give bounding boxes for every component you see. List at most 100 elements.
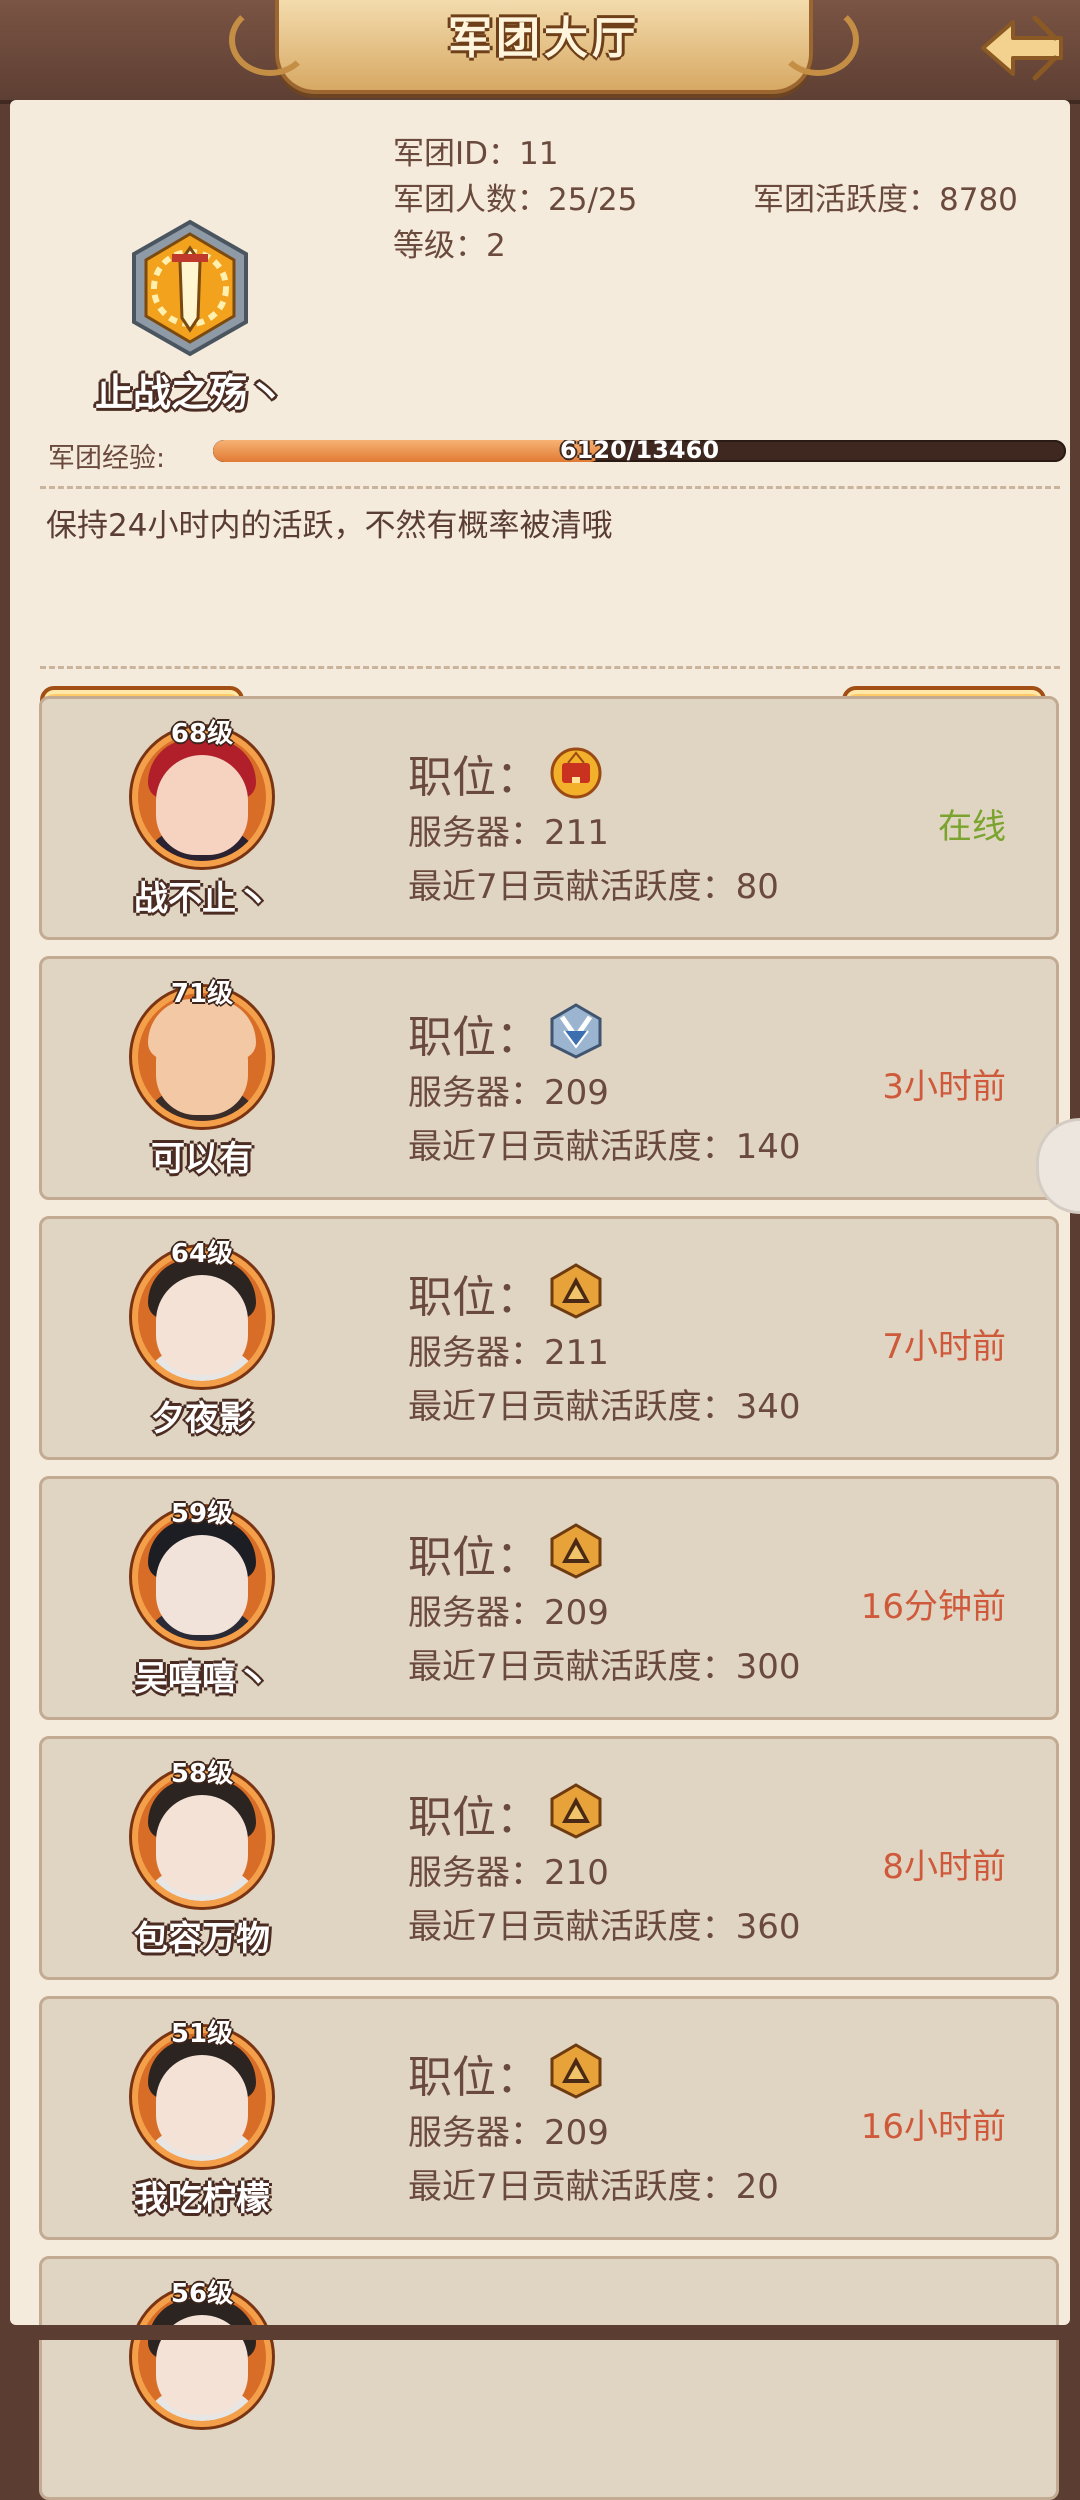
member-server: 服务器：211 [408, 1325, 609, 1374]
top-bar: 军团大厅 [0, 0, 1080, 104]
member-card[interactable]: 71级 可以有 职位： 服务器：209 最近7日贡献活跃度：140 3小时前 [39, 956, 1059, 1200]
guild-level-value: 2 [486, 228, 506, 264]
member-server-value: 209 [544, 2113, 609, 2153]
guild-notice[interactable]: 保持24小时内的活跃，不然有概率被清哦 [46, 500, 612, 545]
member-contribution-label: 最近7日贡献活跃度： [408, 2167, 736, 2207]
member-card[interactable]: 58级 包容万物 职位： 服务器：210 最近7日贡献活跃度：360 8小时前 [39, 1736, 1059, 1980]
member-status: 16分钟前 [860, 1587, 1006, 1627]
silver-rank-icon [548, 1001, 604, 1061]
leader-badge-icon [548, 741, 604, 801]
guild-members: 军团人数：25/25 [393, 174, 637, 219]
member-server-value: 211 [544, 1333, 609, 1373]
member-contribution-value: 360 [735, 1907, 801, 1947]
guild-level: 等级：2 [393, 220, 506, 265]
member-server: 服务器：210 [408, 1845, 609, 1894]
member-name: 夕夜影 [151, 1399, 253, 1439]
member-level: 68级 [170, 719, 234, 749]
member-server-value: 211 [544, 813, 609, 853]
member-server: 服务器：209 [408, 2105, 609, 2154]
member-contribution: 最近7日贡献活跃度：80 [408, 859, 779, 908]
bottom-frame [0, 2325, 1080, 2340]
member-contribution: 最近7日贡献活跃度：360 [408, 1899, 801, 1948]
member-server: 服务器：211 [408, 805, 609, 854]
member-status: 8小时前 [882, 1847, 1006, 1887]
member-name: 我吃柠檬 [134, 2179, 270, 2219]
member-server: 服务器：209 [408, 1585, 609, 1634]
member-server-label: 服务器： [408, 1073, 544, 1113]
member-server: 服务器：209 [408, 1065, 609, 1114]
arrow-back-icon [981, 15, 1063, 81]
guild-emblem-icon [132, 219, 248, 357]
guild-activity: 军团活跃度：8780 [753, 174, 1018, 219]
member-position-label: 职位： [408, 2052, 540, 2103]
member-name: 可以有 [151, 1139, 253, 1179]
page-title: 军团大厅 [448, 13, 640, 64]
member-position-label: 职位： [408, 752, 540, 803]
guild-activity-value: 8780 [939, 182, 1018, 218]
member-card[interactable]: 56级 [39, 2256, 1059, 2500]
member-contribution-label: 最近7日贡献活跃度： [408, 1127, 736, 1167]
guild-members-label: 军团人数： [393, 182, 548, 218]
member-status: 16小时前 [860, 2107, 1006, 2147]
guild-id-label: 军团ID： [393, 136, 520, 172]
member-position-label: 职位： [408, 1792, 540, 1843]
title-plaque: 军团大厅 [229, 0, 859, 94]
member-position-label: 职位： [408, 1012, 540, 1063]
member-contribution-value: 300 [735, 1647, 801, 1687]
back-button[interactable] [975, 8, 1070, 88]
guild-activity-label: 军团活跃度： [753, 182, 939, 218]
member-contribution-label: 最近7日贡献活跃度： [408, 867, 736, 907]
member-server-value: 210 [544, 1853, 609, 1893]
member-contribution: 最近7日贡献活跃度：300 [408, 1639, 801, 1688]
member-contribution-label: 最近7日贡献活跃度： [408, 1907, 736, 1947]
member-contribution: 最近7日贡献活跃度：340 [408, 1379, 801, 1428]
guild-id-value: 11 [519, 136, 559, 172]
member-card[interactable]: 59级 吴嘻嘻丶 职位： 服务器：209 最近7日贡献活跃度：300 16分钟前 [39, 1476, 1059, 1720]
member-position-label: 职位： [408, 1272, 540, 1323]
member-contribution-value: 20 [735, 2167, 779, 2207]
member-card[interactable]: 51级 我吃柠檬 职位： 服务器：209 最近7日贡献活跃度：20 16小时前 [39, 1996, 1059, 2240]
member-status: 在线 [938, 807, 1006, 847]
member-status: 7小时前 [882, 1327, 1006, 1367]
exp-progress-text: 6120/13460 [559, 440, 720, 462]
member-contribution: 最近7日贡献活跃度：140 [408, 1119, 801, 1168]
guild-level-label: 等级： [393, 228, 486, 264]
member-contribution-value: 140 [735, 1127, 801, 1167]
bronze-rank-icon [548, 1521, 604, 1581]
member-contribution-value: 340 [735, 1387, 801, 1427]
member-contribution-label: 最近7日贡献活跃度： [408, 1647, 736, 1687]
guild-members-value: 25/25 [548, 182, 638, 218]
member-status: 3小时前 [882, 1067, 1006, 1107]
member-level: 64级 [170, 1239, 234, 1269]
member-contribution: 最近7日贡献活跃度：20 [408, 2159, 779, 2208]
member-server-value: 209 [544, 1073, 609, 1113]
member-contribution-label: 最近7日贡献活跃度： [408, 1387, 736, 1427]
member-contribution-value: 80 [735, 867, 779, 907]
member-name: 吴嘻嘻丶 [134, 1659, 270, 1699]
member-server-value: 209 [544, 1593, 609, 1633]
divider [40, 666, 1060, 669]
member-level: 59级 [170, 1499, 234, 1529]
divider [40, 486, 1060, 489]
member-name: 战不止丶 [134, 879, 270, 919]
bronze-rank-icon [548, 2041, 604, 2101]
member-level: 56级 [170, 2279, 234, 2309]
exp-label: 军团经验: [48, 443, 166, 474]
member-server-label: 服务器： [408, 1593, 544, 1633]
member-level: 58级 [170, 1759, 234, 1789]
exp-progress-bar: 6120/13460 [213, 440, 1066, 462]
member-server-label: 服务器： [408, 2113, 544, 2153]
member-level: 71级 [170, 979, 234, 1009]
member-server-label: 服务器： [408, 813, 544, 853]
member-position-label: 职位： [408, 1532, 540, 1583]
member-server-label: 服务器： [408, 1853, 544, 1893]
bronze-rank-icon [548, 1261, 604, 1321]
bronze-rank-icon [548, 1781, 604, 1841]
member-card[interactable]: 64级夕夜影 职位： 服务器：211 最近7日贡献活跃度：340 7小时前 [39, 1216, 1059, 1460]
member-card[interactable]: 68级 战不止丶 职位： 服务器：211 最近7日贡献活跃度：80 在线 [39, 696, 1059, 940]
guild-id: 军团ID：11 [393, 128, 558, 173]
guild-panel: 止战之殇丶 军团ID：11 军团人数：25/25 军团活跃度：8780 等级：2… [10, 100, 1070, 2500]
member-level: 51级 [170, 2019, 234, 2049]
member-name: 包容万物 [134, 1919, 270, 1959]
guild-name: 止战之殇丶 [94, 370, 285, 415]
